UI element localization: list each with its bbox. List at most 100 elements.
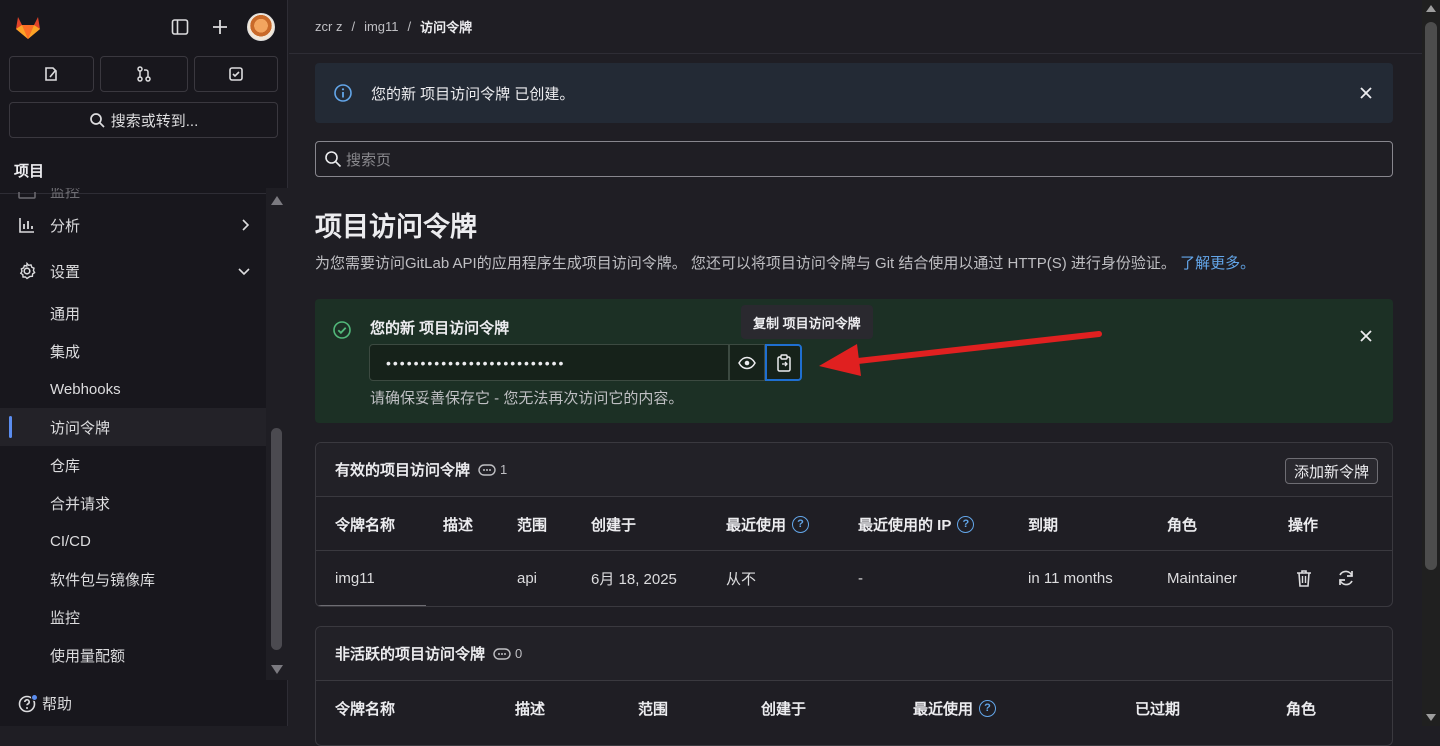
sidebar-item-general[interactable]: 通用	[0, 294, 266, 332]
close-icon[interactable]	[1359, 86, 1373, 100]
learn-more-link[interactable]: 了解更多。	[1180, 255, 1255, 272]
trash-icon	[1296, 569, 1312, 587]
sidebar-search-button[interactable]: 搜索或转到...	[9, 102, 278, 138]
token-scope: api	[517, 569, 538, 587]
reveal-token-button[interactable]	[729, 344, 765, 381]
copy-token-button[interactable]	[765, 344, 802, 381]
table-header-row: 令牌名称 描述 范围 创建于 最近使用 ? 已过期 角色	[316, 681, 1392, 735]
sidebar-item-settings[interactable]: 设置	[0, 248, 266, 294]
col-description[interactable]: 描述	[443, 497, 473, 551]
token-count-badge: 0	[493, 646, 522, 661]
col-expires[interactable]: 到期	[1028, 497, 1058, 551]
eye-icon	[738, 356, 756, 370]
gear-icon	[18, 262, 38, 280]
chevron-down-icon	[238, 266, 250, 276]
col-role[interactable]: 角色	[1167, 497, 1197, 551]
breadcrumb-user[interactable]: zcr z	[315, 19, 342, 34]
chart-icon	[18, 216, 38, 234]
search-icon	[324, 150, 342, 168]
sidebar-item-packages[interactable]: 软件包与镜像库	[0, 560, 266, 598]
page-search-input[interactable]: 搜索页	[315, 141, 1393, 177]
main-content: zcr z / img11 / 访问令牌 您的新 项目访问令牌 已创建。 搜索页…	[289, 0, 1422, 746]
sidebar-scrollbar[interactable]	[266, 188, 288, 680]
help-button[interactable]: 帮助	[18, 693, 72, 714]
page-scrollbar[interactable]	[1422, 0, 1440, 726]
token-icon	[478, 463, 496, 476]
active-tokens-header: 有效的项目访问令牌 1 添加新令牌	[316, 443, 1392, 497]
question-icon[interactable]: ?	[792, 515, 810, 533]
info-alert: 您的新 项目访问令牌 已创建。	[315, 63, 1393, 123]
sidebar-section-title: 项目	[14, 163, 45, 180]
sidebar-item-monitor[interactable]: 监控	[0, 598, 266, 636]
close-icon[interactable]	[1359, 329, 1373, 343]
token-created: 6月 18, 2025	[591, 570, 677, 588]
retry-icon	[1337, 569, 1355, 587]
col-actions: 操作	[1288, 516, 1319, 534]
sidebar-item-access-tokens[interactable]: 访问令牌	[0, 408, 266, 446]
token-icon	[493, 647, 511, 660]
breadcrumb-project[interactable]: img11	[364, 19, 398, 34]
search-placeholder: 搜索页	[346, 151, 392, 169]
sidebar-toggle-icon[interactable]	[167, 14, 193, 40]
sidebar-item-merge-requests[interactable]: 合并请求	[0, 484, 266, 522]
sidebar-item-cicd[interactable]: CI/CD	[0, 522, 266, 560]
col-created[interactable]: 创建于	[761, 681, 806, 735]
col-role[interactable]: 角色	[1286, 681, 1316, 735]
token-last-ip: -	[858, 569, 863, 587]
table-header-row: 令牌名称 描述 范围 创建于 最近使用 ? 最近使用的 IP ? 到期 角色 操…	[316, 497, 1392, 551]
table-row: img11 api 6月 18, 2025 从不 - in 11 months …	[316, 551, 1392, 606]
check-circle-icon	[332, 320, 352, 340]
inactive-tokens-title: 非活跃的项目访问令牌	[335, 646, 486, 663]
sidebar-item-integrations[interactable]: 集成	[0, 332, 266, 370]
sidebar-nav: 监控 分析 设置 通用 集成 Webhooks 访问令牌 仓库 合并请求 CI/…	[0, 188, 266, 688]
page-description: 为您需要访问GitLab API的应用程序生成项目访问令牌。 您还可以将项目访问…	[315, 255, 1256, 272]
sidebar: 搜索或转到... 项目 监控 分析 设置 通用 集成 Webhooks 访问令牌…	[0, 0, 288, 726]
avatar[interactable]	[247, 13, 275, 41]
gitlab-logo-icon[interactable]	[12, 11, 44, 43]
col-last-used[interactable]: 最近使用 ?	[913, 681, 997, 735]
sidebar-item-webhooks[interactable]: Webhooks	[0, 370, 266, 408]
token-role: Maintainer	[1167, 569, 1238, 587]
monitor-icon	[18, 192, 38, 202]
add-new-token-button[interactable]: 添加新令牌	[1284, 458, 1378, 484]
sidebar-search-label: 搜索或转到...	[110, 112, 199, 130]
col-last-used-ip[interactable]: 最近使用的 IP ?	[858, 497, 975, 551]
new-token-title: 您的新 项目访问令牌	[370, 320, 510, 337]
question-icon[interactable]: ?	[957, 515, 975, 533]
col-description[interactable]: 描述	[515, 681, 545, 735]
col-expired[interactable]: 已过期	[1135, 681, 1180, 735]
token-expires: in 11 months	[1028, 569, 1113, 587]
token-value-field[interactable]: ••••••••••••••••••••••••••	[369, 344, 729, 381]
rotate-button[interactable]	[1337, 551, 1355, 605]
revoke-button[interactable]	[1296, 551, 1312, 605]
page-title: 项目访问令牌	[315, 212, 477, 242]
sidebar-item-repository[interactable]: 仓库	[0, 446, 266, 484]
col-token-name[interactable]: 令牌名称	[335, 497, 395, 551]
merge-request-icon[interactable]	[99, 56, 189, 92]
sidebar-top	[0, 0, 287, 54]
active-tokens-title: 有效的项目访问令牌	[335, 462, 471, 479]
token-name: img11	[335, 569, 375, 587]
help-icon	[18, 693, 38, 713]
col-token-name[interactable]: 令牌名称	[335, 681, 395, 735]
sidebar-item-analytics[interactable]: 分析	[0, 202, 266, 248]
info-alert-text: 您的新 项目访问令牌 已创建。	[371, 85, 575, 103]
col-scope[interactable]: 范围	[638, 681, 668, 735]
chevron-right-icon	[240, 219, 250, 231]
new-token-note: 请确保妥善保存它 - 您无法再次访问它的内容。	[370, 390, 684, 407]
token-last-used: 从不	[726, 570, 757, 588]
question-icon[interactable]: ?	[979, 699, 997, 717]
breadcrumb-current[interactable]: 访问令牌	[420, 17, 472, 36]
sidebar-item-usage-quotas[interactable]: 使用量配额	[0, 636, 266, 674]
sidebar-item-monitor-faded[interactable]: 监控	[0, 188, 266, 202]
col-created[interactable]: 创建于	[591, 497, 636, 551]
issues-icon[interactable]	[9, 56, 94, 92]
plus-icon[interactable]	[207, 14, 233, 40]
clipboard-icon	[776, 353, 792, 372]
token-count-badge: 1	[478, 462, 507, 477]
todo-icon[interactable]	[194, 56, 278, 92]
col-last-used[interactable]: 最近使用 ?	[726, 497, 810, 551]
breadcrumb: zcr z / img11 / 访问令牌	[289, 0, 1422, 54]
col-scope[interactable]: 范围	[517, 497, 547, 551]
annotation-arrow	[819, 331, 1102, 376]
